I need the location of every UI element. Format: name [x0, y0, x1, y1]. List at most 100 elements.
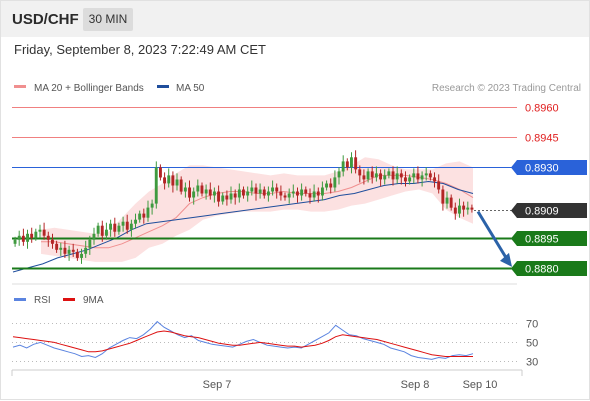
candle-body: [117, 225, 121, 232]
candle-body: [17, 235, 21, 240]
candle-body: [383, 175, 387, 180]
candle-body: [138, 213, 142, 220]
candle-body: [204, 189, 208, 194]
legend-label-ma20: MA 20 + Bollinger Bands: [34, 83, 144, 94]
legend-swatch-9ma: [63, 298, 75, 301]
level-label-0-8960: 0.8960: [525, 103, 559, 115]
candle-body: [321, 187, 324, 196]
rsi-grid: 70 50 30: [12, 319, 538, 369]
candle-body: [46, 235, 50, 240]
candle-body: [225, 195, 229, 200]
candle-body: [470, 207, 474, 210]
level-label-0-8909: 0.8909: [525, 206, 559, 218]
candle-body: [34, 231, 38, 238]
level-tag-pointer-0-8895: [511, 231, 517, 246]
candle-body: [167, 175, 171, 184]
candle-body: [366, 171, 370, 180]
forecast-arrow-shaft: [476, 210, 510, 262]
candle-body: [308, 193, 312, 198]
candle-body: [433, 177, 436, 182]
candle-body: [250, 187, 254, 192]
candle-body: [26, 233, 29, 242]
candle-body: [275, 187, 279, 192]
candle-body: [408, 177, 412, 182]
candle-body: [105, 229, 108, 236]
x-axis: Sep 7 Sep 8 Sep 10: [11, 369, 523, 391]
candle-body: [192, 191, 196, 198]
candle-body: [30, 233, 34, 238]
candle-body: [113, 223, 117, 232]
candle-body: [221, 195, 225, 202]
candle-body: [291, 191, 295, 194]
bollinger-band-area: [41, 157, 473, 262]
rsi-line: [12, 320, 474, 360]
candle-body: [399, 173, 403, 178]
level-tag-pointer-0-8880: [511, 261, 517, 276]
candle-body: [362, 175, 366, 180]
candle-body: [337, 171, 341, 178]
candle-body: [341, 161, 345, 172]
rsi-legend: RSI 9MA: [14, 295, 104, 306]
candle-body: [404, 177, 407, 182]
candle-body: [312, 191, 316, 198]
candle-body: [88, 239, 92, 248]
bollinger-bands: [41, 157, 473, 262]
candle-body: [75, 251, 79, 258]
candle-body: [379, 173, 382, 180]
legend-swatch-ma20: [14, 85, 26, 88]
candle-body: [175, 179, 179, 186]
legend-label-ma50: MA 50: [176, 83, 205, 94]
candle-body: [416, 173, 420, 180]
candle-body: [63, 247, 67, 254]
candle-body: [121, 221, 125, 226]
legend-swatch-rsi: [14, 298, 26, 301]
candle-body: [84, 247, 88, 254]
candle-body: [242, 189, 245, 196]
candle-body: [333, 177, 337, 188]
candle-body: [246, 191, 250, 196]
x-tick-sep-10: Sep 10: [463, 379, 498, 391]
candle-body: [283, 195, 287, 198]
main-legend: MA 20 + Bollinger Bands MA 50 Research ©…: [14, 83, 581, 94]
candle-body: [237, 189, 241, 198]
level-label-0-8930: 0.8930: [525, 163, 559, 175]
candle-body: [279, 191, 283, 196]
legend-label-9ma: 9MA: [83, 295, 104, 306]
candle-body: [350, 157, 353, 168]
chart-widget: USD/CHF 30 MIN Friday, September 8, 2023…: [0, 0, 590, 400]
legend-label-rsi: RSI: [34, 295, 51, 306]
candle-body: [420, 175, 424, 180]
rsi-tick-50: 50: [526, 338, 538, 350]
chart-canvas: 0.8960 0.8945 0.8930 0.8909 0.8895 0.8880 MA …: [11, 83, 587, 391]
candle-body: [38, 229, 42, 232]
candle-body: [188, 187, 191, 198]
candle-body: [437, 181, 441, 190]
candle-body: [159, 167, 162, 178]
candle-body: [424, 173, 428, 176]
candle-body: [51, 239, 54, 244]
candle-body: [217, 191, 220, 202]
candle-body: [370, 171, 374, 178]
candle-body: [428, 173, 432, 178]
legend-swatch-ma50: [157, 85, 169, 88]
rsi-9ma-line: [12, 330, 473, 357]
candle-body: [171, 175, 175, 186]
candle-body: [300, 189, 304, 196]
candle-body: [125, 221, 129, 230]
candle-body: [229, 193, 233, 200]
candle-body: [287, 193, 291, 198]
level-label-0-8880: 0.8880: [525, 264, 559, 276]
candle-body: [296, 191, 299, 196]
candle-body: [183, 187, 187, 192]
rsi-tick-70: 70: [526, 319, 538, 331]
candle-body: [354, 157, 358, 170]
candle-body: [92, 233, 96, 240]
candle-body: [21, 235, 25, 242]
candle-body: [449, 197, 453, 208]
candle-body: [316, 191, 320, 196]
candle-body: [412, 173, 416, 178]
level-label-0-8945: 0.8945: [525, 133, 559, 145]
candle-body: [179, 179, 183, 192]
candle-body: [13, 239, 17, 244]
rsi-tick-30: 30: [526, 357, 538, 369]
